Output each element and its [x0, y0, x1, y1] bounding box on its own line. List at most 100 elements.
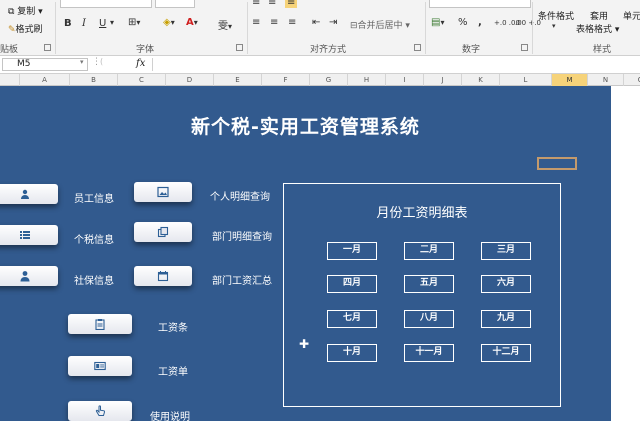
month-button-oct[interactable]: 十月 [327, 344, 377, 362]
sheet-empty-area[interactable] [611, 86, 640, 421]
cell-styles-button[interactable]: 单元 [623, 9, 640, 22]
name-box[interactable]: M5 [2, 58, 88, 71]
column-header-c[interactable]: C [118, 74, 166, 86]
outdent-button[interactable]: ⇥ [329, 17, 337, 28]
bold-button[interactable]: B [64, 18, 72, 29]
merge-center-button[interactable]: ⊟合并后居中 ▾ [350, 18, 410, 31]
font-name-combo[interactable] [60, 0, 152, 8]
column-header-e[interactable]: E [214, 74, 262, 86]
column-header-b[interactable]: B [70, 74, 118, 86]
brush-icon: ✎ [8, 25, 16, 35]
percent-button[interactable]: % [458, 17, 468, 28]
conditional-format-button[interactable]: 条件格式 [538, 9, 574, 22]
payslip-button[interactable] [68, 356, 132, 376]
align-left-button[interactable]: ≡ [252, 17, 260, 28]
alignment-launcher[interactable] [414, 44, 421, 51]
personal-detail-button[interactable] [134, 182, 192, 202]
select-all-corner[interactable] [0, 74, 20, 86]
calendar-icon [157, 271, 169, 282]
styles-group-label: 样式 [593, 45, 612, 55]
paint-bucket-icon: ◈ [163, 17, 171, 28]
tax-info-button[interactable] [0, 225, 58, 245]
month-button-dec[interactable]: 十二月 [481, 344, 531, 362]
copy-icon [157, 226, 169, 238]
column-header-k[interactable]: K [462, 74, 500, 86]
font-color-button[interactable]: A▾ [186, 17, 198, 28]
column-header-g[interactable]: G [310, 74, 348, 86]
page-title: 新个税-实用工资管理系统 [191, 116, 420, 138]
social-info-button[interactable] [0, 266, 58, 286]
accounting-format-button[interactable]: ▤▾ [431, 17, 444, 28]
month-button-feb[interactable]: 二月 [404, 242, 454, 260]
column-header-d[interactable]: D [166, 74, 214, 86]
fill-color-button[interactable]: ◈▾ [163, 17, 175, 28]
name-box-dropdown[interactable]: ▾ [80, 58, 84, 66]
month-button-nov[interactable]: 十一月 [404, 344, 454, 362]
employee-info-button[interactable] [0, 184, 58, 204]
column-headers: ABCDEFGHIJKLMNO [0, 74, 640, 86]
align-top-button[interactable]: ≡ [252, 0, 260, 8]
payslip-strip-button[interactable] [68, 314, 132, 334]
list-icon [20, 231, 30, 239]
underline-dropdown[interactable]: ▾ [110, 18, 114, 27]
column-header-n[interactable]: N [588, 74, 624, 86]
clipboard-group-label: 贴板 [0, 45, 19, 55]
column-header-h[interactable]: H [348, 74, 386, 86]
panel-title: 月份工资明细表 [376, 206, 468, 221]
column-header-i[interactable]: I [386, 74, 424, 86]
number-launcher[interactable] [521, 44, 528, 51]
month-button-jul[interactable]: 七月 [327, 310, 377, 328]
month-button-apr[interactable]: 四月 [327, 275, 377, 293]
dept-detail-button[interactable] [134, 222, 192, 242]
align-right-button[interactable]: ≡ [288, 17, 296, 28]
align-bottom-button[interactable]: ≡ [285, 0, 298, 8]
clipboard-launcher[interactable] [44, 44, 51, 51]
dept-summary-button[interactable] [134, 266, 192, 286]
column-header-m[interactable]: M [552, 74, 588, 86]
ribbon: ⧉ 复制 ▾ ✎格式刷 贴板 B I U ▾ ⊞▾ ◈▾ A▾ 雯▾ 字体 ≡ … [0, 0, 640, 56]
month-button-aug[interactable]: 八月 [404, 310, 454, 328]
apply-table-button[interactable]: 套用 [590, 9, 608, 22]
dept-summary-label: 部门工资汇总 [212, 276, 272, 287]
dept-detail-label: 部门明细查询 [212, 232, 272, 243]
font-size-combo[interactable] [155, 0, 195, 8]
manual-label: 使用说明 [150, 412, 190, 421]
indent-button[interactable]: ⇤ [312, 17, 320, 28]
manual-button[interactable] [68, 401, 132, 421]
table-format-button[interactable]: 表格格式 ▾ [576, 22, 619, 35]
month-button-sep[interactable]: 九月 [481, 310, 531, 328]
personal-detail-label: 个人明细查询 [210, 192, 270, 203]
column-header-a[interactable]: A [20, 74, 70, 86]
number-group-label: 数字 [462, 45, 481, 55]
month-button-jun[interactable]: 六月 [481, 275, 531, 293]
number-format-combo[interactable] [429, 0, 531, 8]
insert-function-button[interactable]: fx [136, 58, 145, 69]
column-header-j[interactable]: J [424, 74, 462, 86]
column-header-l[interactable]: L [500, 74, 552, 86]
border-button[interactable]: ⊞▾ [128, 17, 140, 28]
month-button-mar[interactable]: 三月 [481, 242, 531, 260]
underline-button[interactable]: U [99, 18, 106, 29]
month-button-jan[interactable]: 一月 [327, 242, 377, 260]
align-center-button[interactable]: ≡ [270, 17, 278, 28]
formula-input[interactable] [152, 58, 638, 71]
id-card-icon [94, 361, 106, 371]
comma-button[interactable]: , [478, 17, 482, 28]
align-middle-button[interactable]: ≡ [268, 0, 276, 8]
user-group-icon [21, 189, 29, 199]
month-button-may[interactable]: 五月 [404, 275, 454, 293]
merge-icon: ⊟ [350, 21, 358, 31]
conditional-format-dropdown[interactable]: ▾ [552, 22, 556, 30]
copy-button[interactable]: ⧉ 复制 ▾ [8, 4, 43, 17]
font-launcher[interactable] [236, 44, 243, 51]
employee-info-label: 员工信息 [74, 194, 114, 205]
copy-icon: ⧉ [8, 7, 18, 17]
italic-button[interactable]: I [82, 18, 86, 29]
clipboard-icon [95, 319, 105, 330]
format-painter-button[interactable]: ✎格式刷 [8, 22, 43, 35]
column-header-o[interactable]: O [624, 74, 640, 86]
worksheet-dashboard: 新个税-实用工资管理系统 员工信息 个税信息 社保信息 个人明细查询 部门明细查… [0, 86, 611, 421]
column-header-f[interactable]: F [262, 74, 310, 86]
phonetic-button[interactable]: 雯▾ [218, 17, 232, 32]
hand-pointer-icon [95, 405, 106, 416]
